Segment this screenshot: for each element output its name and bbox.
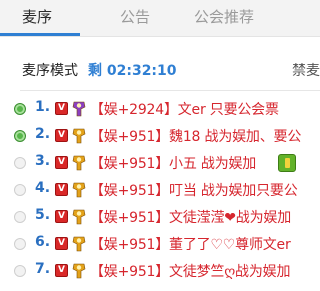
rank-medal-icon	[72, 155, 86, 171]
row-number: 3.	[35, 153, 51, 169]
gift-icon[interactable]	[278, 154, 296, 172]
vip-badge-icon: V	[55, 210, 68, 223]
row-number: 1.	[35, 99, 51, 115]
rank-medal-icon	[72, 263, 86, 279]
row-select-radio[interactable]	[14, 157, 26, 169]
rank-medal-icon	[72, 101, 86, 117]
row-user-text: 【娱+2924】文er 只要公会票	[90, 102, 279, 118]
row-number: 6.	[35, 234, 51, 250]
row-select-radio[interactable]	[14, 238, 26, 250]
row-user-text: 【娱+951】魏18 战为娱加、要公	[90, 129, 302, 145]
queue-row[interactable]: 6. V 【娱+951】董了了♡♡尊师文er	[0, 231, 320, 257]
row-select-radio[interactable]	[14, 211, 26, 223]
queue-row[interactable]: 2. V 【娱+951】魏18 战为娱加、要公	[0, 123, 320, 149]
queue-row[interactable]: 5. V 【娱+951】文徒滢滢❤战为娱加	[0, 204, 320, 230]
rank-medal-icon	[72, 209, 86, 225]
rank-medal-icon	[72, 182, 86, 198]
vip-badge-icon: V	[55, 102, 68, 115]
row-user-text: 【娱+951】小五 战为娱加	[90, 156, 257, 172]
rank-medal-icon	[72, 236, 86, 252]
row-select-radio[interactable]	[14, 130, 26, 142]
queue-row[interactable]: 7. V 【娱+951】文徒梦竺ღ战为娱加	[0, 258, 320, 284]
vip-badge-icon: V	[55, 183, 68, 196]
row-user-text: 【娱+951】董了了♡♡尊师文er	[90, 237, 291, 253]
vip-badge-icon: V	[55, 156, 68, 169]
queue-row[interactable]: 3. V 【娱+951】小五 战为娱加	[0, 150, 320, 176]
row-number: 7.	[35, 261, 51, 277]
tab-mic-queue[interactable]: 麦序	[22, 0, 52, 36]
forbid-mic-button[interactable]: 禁麦	[292, 60, 320, 80]
queue-row[interactable]: 4. V 【娱+951】叮当 战为娱加只要公	[0, 177, 320, 203]
row-select-radio[interactable]	[14, 265, 26, 277]
row-user-text: 【娱+951】叮当 战为娱加只要公	[90, 183, 298, 199]
vip-badge-icon: V	[55, 264, 68, 277]
rank-medal-icon	[72, 128, 86, 144]
countdown-timer: 剩 02:32:10	[88, 63, 177, 79]
row-number: 2.	[35, 126, 51, 142]
queue-row[interactable]: 1. V 【娱+2924】文er 只要公会票	[0, 96, 320, 122]
row-user-text: 【娱+951】文徒滢滢❤战为娱加	[90, 210, 291, 226]
row-number: 5.	[35, 207, 51, 223]
vip-badge-icon: V	[55, 129, 68, 142]
vip-badge-icon: V	[55, 237, 68, 250]
row-user-text: 【娱+951】文徒梦竺ღ战为娱加	[90, 264, 291, 280]
heart-icon: ❤	[224, 210, 236, 226]
mic-mode-row: 麦序模式 剩 02:32:10 禁麦	[0, 52, 320, 92]
tab-guild-recommend[interactable]: 公会推荐	[194, 0, 254, 36]
row-number: 4.	[35, 180, 51, 196]
divider	[20, 90, 320, 91]
tab-bar: 麦序 公告 公会推荐	[0, 0, 320, 37]
active-tab-indicator	[0, 33, 80, 36]
tab-announcement[interactable]: 公告	[120, 0, 150, 36]
mic-mode-label: 麦序模式	[22, 63, 78, 79]
row-select-radio[interactable]	[14, 184, 26, 196]
row-select-radio[interactable]	[14, 103, 26, 115]
